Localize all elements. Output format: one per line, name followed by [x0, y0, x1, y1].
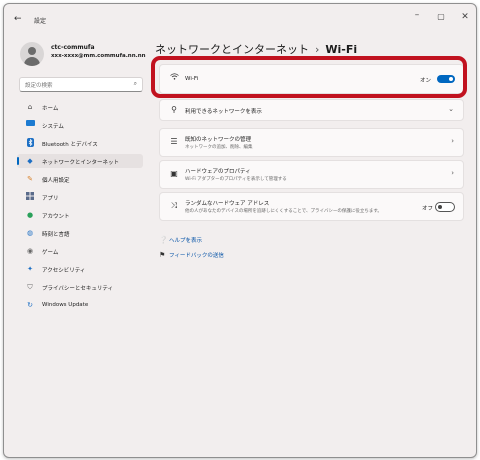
- sidebar-item-label: アクセシビリティ: [42, 268, 86, 274]
- sidebar-item-windows-update[interactable]: ↻ Windows Update: [17, 298, 143, 312]
- sidebar-item-label: 個人用設定: [42, 178, 70, 184]
- sidebar-item-label: アプリ: [42, 196, 59, 202]
- sidebar-item-label: ネットワークとインターネット: [42, 160, 120, 166]
- known-networks-row[interactable]: ☰ 既知のネットワークの管理 ネットワークの追加、削除、編集 ›: [159, 128, 464, 157]
- search-input[interactable]: 設定の検索 ⌕: [19, 77, 143, 92]
- breadcrumb: ネットワークとインターネット › Wi-Fi: [155, 41, 357, 57]
- sidebar-item-label: ゲーム: [42, 250, 59, 256]
- random-address-row: ⤨ ランダムなハードウェア アドレス 他の人があなたのデバイスの場所を追跡しにく…: [159, 192, 464, 221]
- accessibility-icon: ✦: [27, 265, 33, 273]
- sidebar-item-apps[interactable]: アプリ: [17, 190, 143, 204]
- app-title: 設定: [34, 18, 47, 25]
- breadcrumb-parent[interactable]: ネットワークとインターネット: [155, 43, 309, 56]
- system-icon: [25, 120, 35, 130]
- chevron-right-icon: ›: [451, 137, 454, 145]
- back-arrow-icon[interactable]: ←: [14, 14, 22, 24]
- time-language-icon: ◍: [26, 229, 34, 237]
- random-address-state-label: オフ: [421, 206, 433, 212]
- title-bar: ← 設定 – ▢ ✕: [4, 4, 476, 34]
- avatar-head: [28, 47, 36, 55]
- hardware-properties-subtitle: Wi-Fi アダプターのプロパティを表示して管理する: [185, 177, 287, 182]
- hardware-properties-row[interactable]: ▣ ハードウェアのプロパティ Wi-Fi アダプターのプロパティを表示して管理す…: [159, 160, 464, 189]
- highlight-box: [151, 56, 467, 98]
- brush-icon: ✎: [27, 175, 33, 183]
- user-name: ctc-commufa: [51, 44, 95, 51]
- sidebar-item-label: Windows Update: [42, 302, 89, 308]
- sidebar-item-system[interactable]: システム: [17, 118, 143, 132]
- toggle-knob: [438, 204, 442, 209]
- sidebar-item-label: ホーム: [42, 106, 59, 112]
- selection-indicator: [17, 157, 19, 165]
- settings-window: ← 設定 – ▢ ✕ ctc-commufa xxx-xxxx@mm.commu…: [3, 3, 477, 458]
- shield-icon: ⛉: [27, 283, 33, 291]
- sidebar-item-label: プライバシーとセキュリティ: [42, 286, 114, 292]
- sidebar-item-label: 時刻と言語: [42, 232, 70, 238]
- sidebar-item-label: Bluetooth とデバイス: [42, 142, 98, 148]
- chevron-right-icon: ›: [451, 169, 454, 177]
- available-networks-label: 利用できるネットワークを表示: [185, 109, 262, 115]
- update-icon: ↻: [27, 301, 33, 309]
- random-address-subtitle: 他の人があなたのデバイスの場所を追跡しにくくすることで、プライバシーの保護に役立…: [185, 209, 382, 214]
- hardware-properties-title: ハードウェアのプロパティ: [185, 169, 251, 175]
- sidebar-item-privacy[interactable]: ⛉ プライバシーとセキュリティ: [17, 280, 143, 294]
- sidebar-item-time-language[interactable]: ◍ 時刻と言語: [17, 226, 143, 240]
- help-link-label: ヘルプを表示: [169, 238, 203, 244]
- sidebar-item-network[interactable]: ◆ ネットワークとインターネット: [17, 154, 143, 168]
- avatar[interactable]: [20, 42, 44, 66]
- page-title: Wi-Fi: [325, 43, 358, 56]
- sidebar-item-label: アカウント: [42, 214, 70, 220]
- sidebar-item-accessibility[interactable]: ✦ アクセシビリティ: [17, 262, 143, 276]
- apps-icon: [25, 192, 35, 203]
- sidebar-item-label: システム: [42, 124, 64, 130]
- random-address-title: ランダムなハードウェア アドレス: [185, 201, 270, 207]
- feedback-link-label: フィードバックの送信: [169, 253, 224, 259]
- bluetooth-icon: [25, 138, 35, 150]
- sidebar-item-home[interactable]: ⌂ ホーム: [17, 100, 143, 114]
- sidebar-item-personalization[interactable]: ✎ 個人用設定: [17, 172, 143, 186]
- user-email: xxx-xxxx@mm.commufa.nn.nn: [51, 53, 146, 59]
- known-networks-subtitle: ネットワークの追加、削除、編集: [185, 145, 253, 150]
- known-networks-title: 既知のネットワークの管理: [185, 137, 252, 143]
- feedback-link[interactable]: ⚑ フィードバックの送信: [159, 251, 224, 259]
- avatar-body: [24, 57, 40, 66]
- minimize-icon[interactable]: –: [410, 10, 424, 20]
- search-placeholder: 設定の検索: [25, 83, 53, 89]
- help-link[interactable]: ❔ヘルプを表示: [159, 236, 202, 244]
- home-icon: ⌂: [27, 103, 33, 111]
- feedback-icon: ⚑: [159, 251, 166, 259]
- sidebar-item-bluetooth[interactable]: Bluetooth とデバイス: [17, 136, 143, 150]
- chip-icon: ▣: [170, 169, 178, 178]
- account-icon: ●: [26, 211, 34, 219]
- help-icon: ❔: [159, 236, 168, 244]
- breadcrumb-separator: ›: [315, 43, 320, 56]
- sidebar-item-gaming[interactable]: ◉ ゲーム: [17, 244, 143, 258]
- close-icon[interactable]: ✕: [458, 12, 472, 22]
- maximize-icon[interactable]: ▢: [434, 12, 448, 21]
- sidebar-item-accounts[interactable]: ● アカウント: [17, 208, 143, 222]
- chevron-down-icon: ⌄: [448, 105, 454, 113]
- search-icon: ⌕: [133, 80, 137, 87]
- available-networks-row[interactable]: ⚲ 利用できるネットワークを表示 ⌄: [159, 99, 464, 121]
- network-icon: ◆: [27, 157, 33, 165]
- random-address-toggle[interactable]: [435, 202, 455, 212]
- list-icon: ☰: [170, 137, 178, 146]
- shuffle-icon: ⤨: [170, 201, 178, 210]
- gaming-icon: ◉: [26, 247, 34, 255]
- antenna-icon: ⚲: [171, 105, 177, 114]
